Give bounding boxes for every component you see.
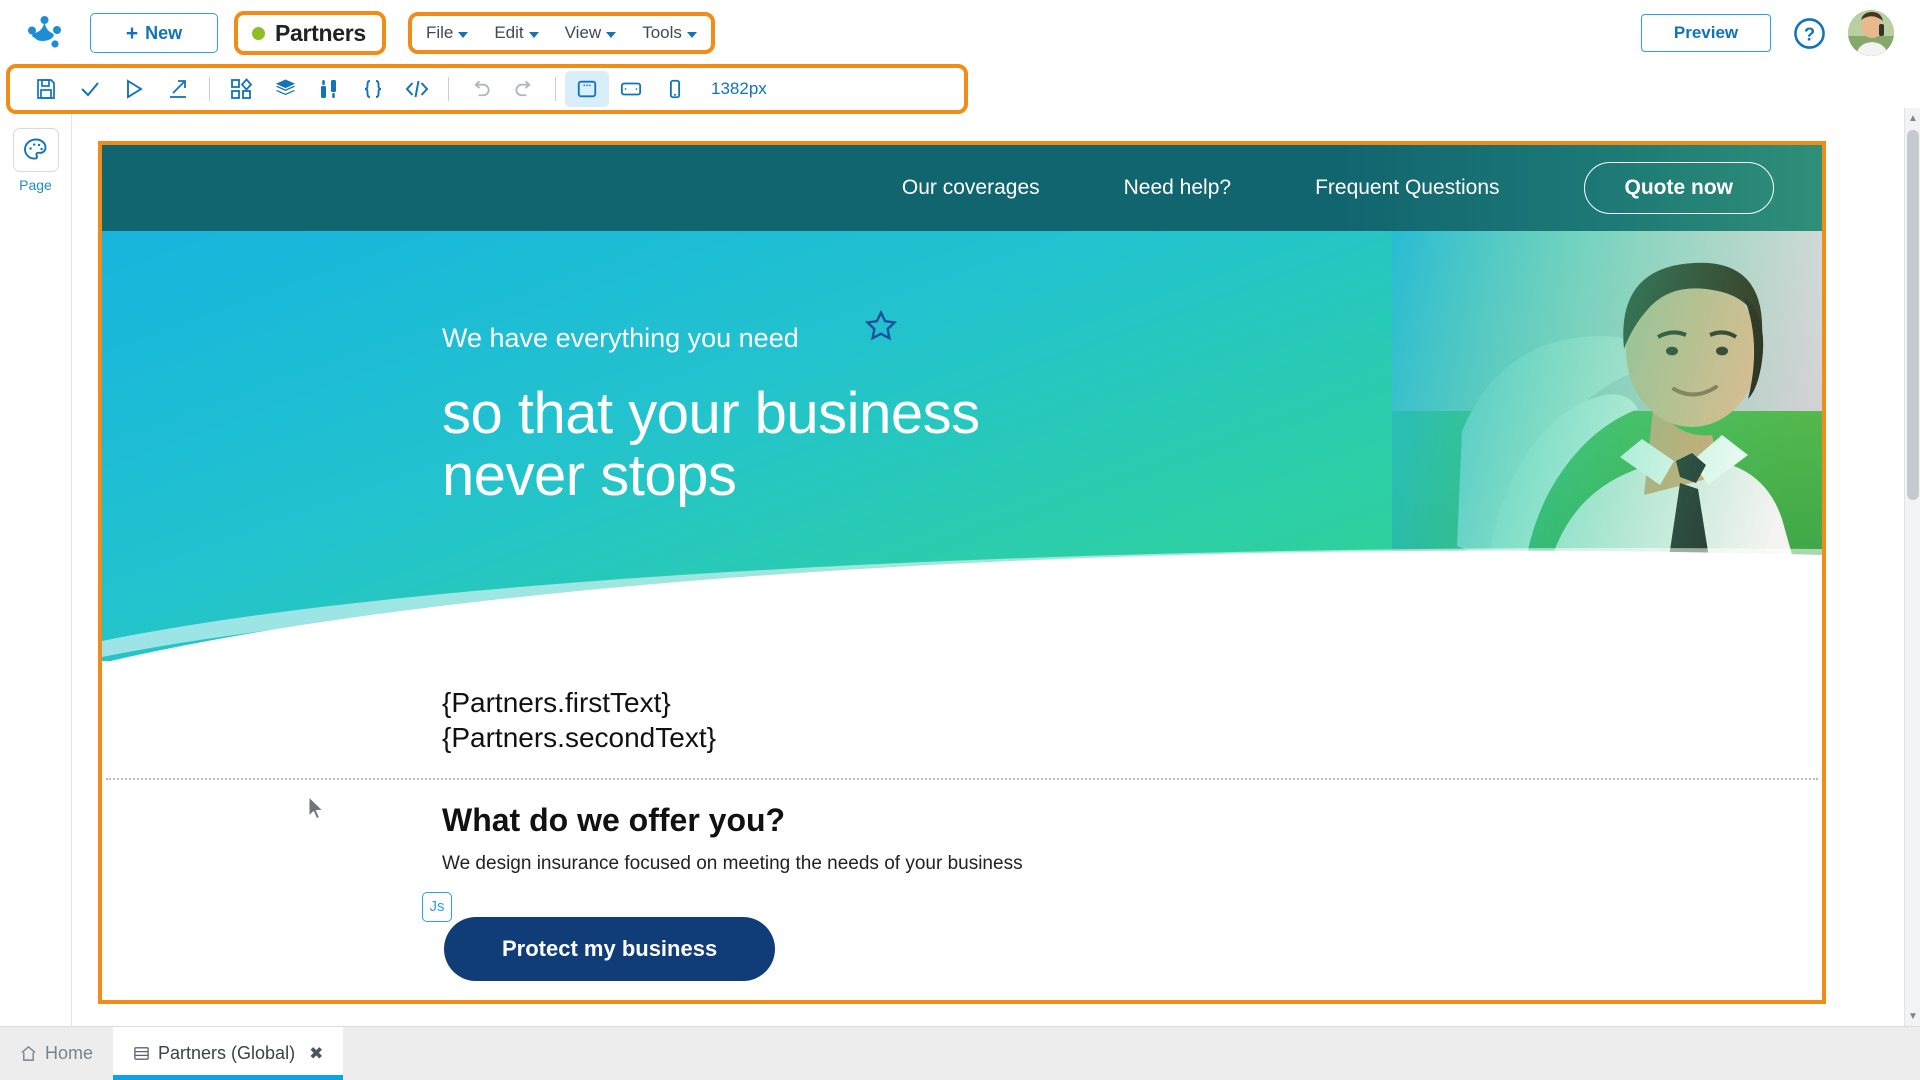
redo-icon[interactable]	[502, 71, 546, 107]
scrollbar-thumb[interactable]	[1907, 130, 1919, 500]
menu-edit[interactable]: Edit	[494, 23, 539, 43]
avatar-image	[1848, 10, 1894, 56]
toolbar-divider	[209, 77, 210, 101]
avatar[interactable]	[1848, 10, 1894, 56]
variable-second-text: {Partners.secondText}	[442, 722, 716, 754]
check-icon[interactable]	[68, 71, 112, 107]
app-header: + New Partners File Edit View Tools Prev…	[0, 0, 1920, 66]
variable-text-block[interactable]: {Partners.firstText} {Partners.secondTex…	[102, 661, 1822, 778]
code-tags-icon[interactable]	[395, 71, 439, 107]
save-icon[interactable]	[24, 71, 68, 107]
variable-first-text: {Partners.firstText}	[442, 687, 671, 718]
nav-link-our-coverages[interactable]: Our coverages	[902, 176, 1040, 200]
palette-icon	[12, 128, 59, 172]
page-file-icon	[134, 1047, 149, 1060]
components-grid-icon[interactable]	[219, 71, 263, 107]
hero-title-line2: never stops	[442, 443, 737, 509]
close-icon[interactable]: ✖	[309, 1044, 323, 1064]
current-page-chip[interactable]: Partners	[234, 11, 386, 55]
viewport-width-label: 1382px	[711, 79, 767, 98]
rail-item-page-label: Page	[19, 177, 52, 193]
plus-icon: +	[125, 21, 139, 45]
variables-icon[interactable]	[307, 71, 351, 107]
nav-link-need-help[interactable]: Need help?	[1124, 176, 1231, 200]
app-logo[interactable]	[0, 12, 90, 54]
hero-kicker: We have everything you need	[442, 323, 799, 353]
svg-text:?: ?	[1804, 23, 1815, 44]
menu-bar: File Edit View Tools	[407, 12, 715, 54]
menu-file[interactable]: File	[425, 23, 469, 43]
menu-file-label: File	[425, 23, 454, 42]
design-canvas[interactable]: Our coverages Need help? Frequent Questi…	[72, 114, 1904, 1026]
left-rail: Page	[0, 114, 72, 1026]
hero-bottom-curve	[102, 547, 1822, 661]
quote-now-button[interactable]: Quote now	[1583, 162, 1774, 214]
share-arrow-icon[interactable]	[156, 71, 200, 107]
undo-icon[interactable]	[458, 71, 502, 107]
scroll-up-arrow-icon[interactable]: ▲	[1905, 110, 1920, 126]
braces-icon[interactable]	[351, 71, 395, 107]
editor-toolbar: 1382px	[6, 64, 968, 114]
tab-home[interactable]: Home	[0, 1027, 113, 1080]
tab-home-label: Home	[45, 1043, 94, 1063]
mobile-view-icon[interactable]	[653, 71, 697, 107]
tab-partners-global[interactable]: Partners (Global) ✖	[113, 1027, 344, 1080]
chevron-down-icon	[528, 31, 539, 38]
question-mark-circle-icon[interactable]: ?	[1793, 17, 1826, 50]
rail-item-page[interactable]: Page	[12, 128, 59, 193]
scroll-down-arrow-icon[interactable]: ▼	[1905, 1008, 1920, 1024]
nav-link-frequent-questions[interactable]: Frequent Questions	[1315, 176, 1499, 200]
tab-partners-global-label: Partners (Global)	[158, 1043, 296, 1063]
header-actions: Preview ?	[1641, 10, 1920, 56]
site-navigation: Our coverages Need help? Frequent Questi…	[102, 145, 1822, 231]
tablet-view-icon[interactable]	[609, 71, 653, 107]
bottom-tab-bar: Home Partners (Global) ✖	[0, 1026, 1920, 1080]
hero-title: so that your business never stops	[442, 381, 980, 509]
home-icon	[21, 1045, 36, 1061]
js-script-badge[interactable]: Js	[422, 891, 452, 922]
offer-section: What do we offer you? We design insuranc…	[102, 780, 1822, 875]
chevron-down-icon	[458, 31, 469, 38]
current-page-label: Partners	[275, 19, 366, 46]
play-icon[interactable]	[112, 71, 156, 107]
mouse-cursor	[308, 796, 324, 820]
chevron-down-icon	[686, 31, 697, 38]
desktop-view-icon[interactable]	[565, 71, 609, 107]
menu-view[interactable]: View	[565, 23, 617, 43]
menu-tools-label: Tools	[642, 23, 682, 42]
menu-tools[interactable]: Tools	[642, 23, 697, 43]
menu-view-label: View	[564, 23, 602, 42]
preview-button[interactable]: Preview	[1641, 14, 1771, 52]
green-status-dot	[252, 26, 265, 40]
cta-wrapper: Js Protect my business	[422, 891, 776, 981]
page-preview-frame[interactable]: Our coverages Need help? Frequent Questi…	[98, 141, 1826, 1004]
frog-footprint-logo	[28, 16, 61, 48]
offer-title: What do we offer you?	[442, 801, 786, 838]
chevron-down-icon	[606, 31, 617, 38]
hero-section: We have everything you need so that your…	[102, 231, 1822, 661]
new-button-label: New	[145, 22, 183, 43]
layers-stack-icon[interactable]	[263, 71, 307, 107]
offer-subtitle: We design insurance focused on meeting t…	[442, 852, 1023, 874]
menu-edit-label: Edit	[494, 23, 524, 42]
hero-title-line1: so that your business	[442, 381, 980, 446]
toolbar-divider	[448, 77, 449, 101]
preview-button-label: Preview	[1673, 23, 1739, 42]
protect-my-business-button[interactable]: Protect my business	[444, 916, 776, 981]
canvas-scrollbar[interactable]: ▲ ▼	[1904, 108, 1920, 1026]
toolbar-divider	[555, 77, 556, 101]
star-outline-icon[interactable]	[864, 309, 898, 343]
new-button[interactable]: + New	[90, 13, 218, 53]
